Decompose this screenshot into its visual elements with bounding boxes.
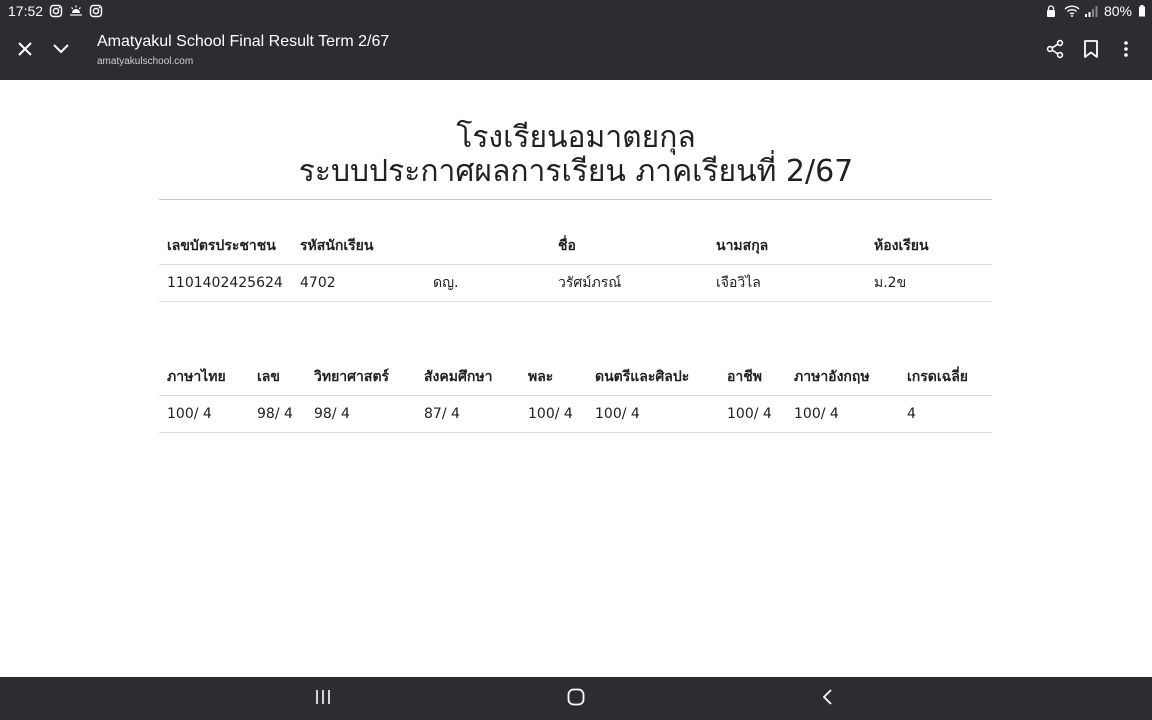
student-table-header-row: เลขบัตรประชาชน รหัสนักเรียน ชื่อ นามสกุล…: [159, 228, 992, 265]
header-thai: ภาษาไทย: [159, 359, 249, 396]
signal-icon: [1084, 4, 1098, 18]
prefix-cell: ดญ.: [425, 264, 550, 302]
system-nav-bar: [0, 677, 1152, 720]
wifi-icon: [1064, 4, 1080, 18]
header-science: วิทยาศาสตร์: [306, 359, 416, 396]
table-row: 1101402425624 4702 ดญ. วรัศม์ภรณ์ เจือวิ…: [159, 264, 992, 302]
lock-icon: [1044, 4, 1058, 18]
career-score-cell: 100/ 4: [719, 395, 786, 433]
header-music-art: ดนตรีและศิลปะ: [587, 359, 719, 396]
student-info-table: เลขบัตรประชาชน รหัสนักเรียน ชื่อ นามสกุล…: [159, 228, 992, 302]
header-prefix: [425, 228, 550, 265]
recents-icon: [314, 688, 332, 710]
grades-table: ภาษาไทย เลข วิทยาศาสตร์ สังคมศึกษา พละ ด…: [159, 359, 992, 433]
header-first-name: ชื่อ: [550, 228, 708, 265]
system-title-heading: ระบบประกาศผลการเรียน ภาคเรียนที่ 2/67: [298, 154, 854, 189]
battery-percent: 80%: [1103, 3, 1132, 19]
header-social-studies: สังคมศึกษา: [416, 359, 520, 396]
status-bar: 17:52 80%: [0, 0, 1152, 22]
home-icon: [566, 687, 586, 711]
english-score-cell: 100/ 4: [786, 395, 899, 433]
back-icon: [821, 688, 835, 710]
page-title-area: Amatyakul School Final Result Term 2/67 …: [97, 33, 389, 67]
instagram-icon: [89, 4, 103, 18]
heading-divider: [159, 199, 992, 200]
status-bar-left: 17:52: [8, 3, 103, 19]
header-career: อาชีพ: [719, 359, 786, 396]
math-score-cell: 98/ 4: [249, 395, 306, 433]
header-english: ภาษาอังกฤษ: [786, 359, 899, 396]
page-title: Amatyakul School Final Result Term 2/67: [97, 33, 390, 50]
status-time: 17:52: [8, 3, 44, 19]
home-button[interactable]: [556, 684, 596, 714]
more-options-button[interactable]: [1108, 33, 1144, 69]
table-row: 100/ 4 98/ 4 98/ 4 87/ 4 100/ 4 100/ 4 1…: [159, 395, 992, 433]
recents-button[interactable]: [303, 684, 343, 714]
header-pe: พละ: [520, 359, 587, 396]
gpa-cell: 4: [899, 395, 992, 433]
chevron-down-icon: [51, 39, 71, 63]
close-button[interactable]: [7, 33, 43, 69]
bookmark-icon: [1082, 39, 1100, 63]
web-content: โรงเรียนอมาตยกุล ระบบประกาศผลการเรียน ภา…: [0, 80, 1152, 677]
header-classroom: ห้องเรียน: [866, 228, 992, 265]
national-id-cell: 1101402425624: [159, 264, 292, 302]
battery-icon: [1138, 4, 1146, 18]
minimize-button[interactable]: [43, 33, 79, 69]
last-name-cell: เจือวิไล: [708, 264, 866, 302]
status-bar-right: 80%: [1044, 3, 1146, 19]
more-vert-icon: [1123, 39, 1129, 63]
first-name-cell: วรัศม์ภรณ์: [550, 264, 708, 302]
header-math: เลข: [249, 359, 306, 396]
weather-icon: [69, 4, 83, 18]
pe-score-cell: 100/ 4: [520, 395, 587, 433]
instagram-icon: [49, 4, 63, 18]
header-gpa: เกรดเฉลี่ย: [899, 359, 992, 396]
thai-score-cell: 100/ 4: [159, 395, 249, 433]
bookmark-button[interactable]: [1073, 33, 1109, 69]
close-icon: [16, 40, 34, 62]
browser-toolbar: Amatyakul School Final Result Term 2/67 …: [0, 22, 1152, 80]
share-icon: [1045, 39, 1065, 63]
header-last-name: นามสกุล: [708, 228, 866, 265]
social-studies-score-cell: 87/ 4: [416, 395, 520, 433]
science-score-cell: 98/ 4: [306, 395, 416, 433]
page-url: amatyakulschool.com: [97, 56, 194, 67]
grades-table-header-row: ภาษาไทย เลข วิทยาศาสตร์ สังคมศึกษา พละ ด…: [159, 359, 992, 396]
header-student-id: รหัสนักเรียน: [292, 228, 425, 265]
header-national-id: เลขบัตรประชาชน: [159, 228, 292, 265]
share-button[interactable]: [1037, 33, 1073, 69]
music-art-score-cell: 100/ 4: [587, 395, 719, 433]
student-id-cell: 4702: [292, 264, 425, 302]
classroom-cell: ม.2ข: [866, 264, 992, 302]
back-button[interactable]: [808, 684, 848, 714]
